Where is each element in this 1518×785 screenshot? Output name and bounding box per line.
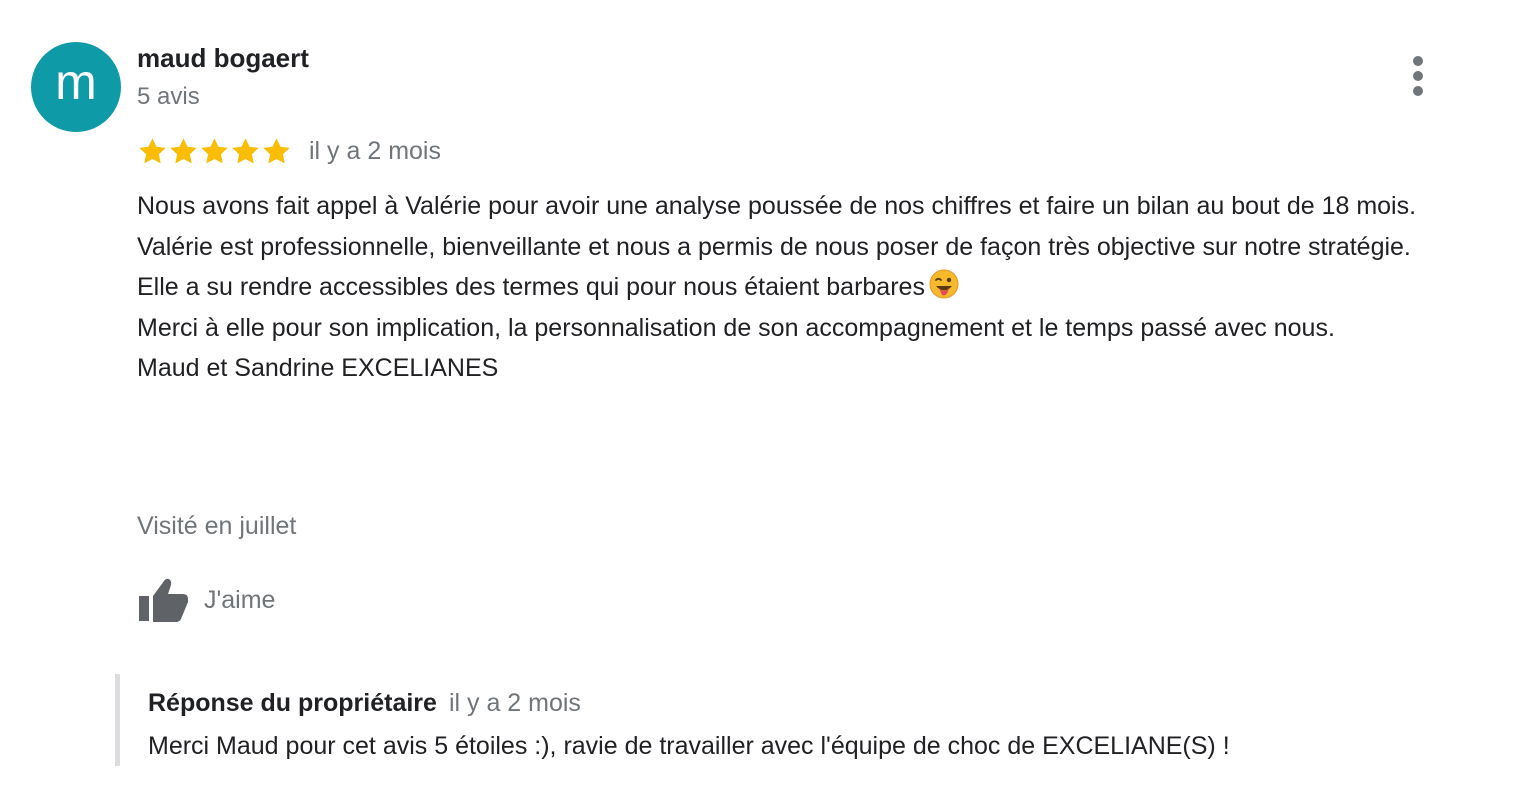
review-text-span: Elle a su rendre accessibles des termes … — [137, 273, 925, 301]
review-text-line: Valérie est professionnelle, bienveillan… — [137, 232, 1411, 261]
star-icon — [201, 137, 228, 163]
star-icon — [263, 137, 290, 163]
star-icon — [170, 137, 197, 163]
winking-face-with-tongue-emoji — [929, 269, 959, 299]
owner-reply: Réponse du propriétaire il y a 2 mois Me… — [115, 674, 1480, 766]
star-rating — [137, 136, 292, 167]
review-text-line: Maud et Sandrine EXCELIANES — [137, 354, 499, 382]
review-text: Nous avons fait appel à Valérie pour avo… — [137, 186, 1487, 389]
review-text-line: Nous avons fait appel à Valérie pour avo… — [137, 192, 1417, 220]
like-button[interactable]: J'aime — [137, 575, 275, 625]
review-time: il y a 2 mois — [309, 136, 441, 165]
thumb-up-icon — [139, 578, 188, 622]
like-label: J'aime — [204, 585, 276, 614]
review-text-line: Merci à elle pour son implication, la pe… — [137, 313, 1335, 342]
review-card: m maud bogaert 5 avis il y a 2 mois Nous… — [0, 0, 1518, 785]
more-options-button[interactable] — [1402, 54, 1434, 98]
review-text-line: Elle a su rendre accessibles des termes … — [137, 267, 1487, 308]
owner-reply-text: Merci Maud pour cet avis 5 étoiles :), r… — [148, 732, 1230, 760]
star-icon — [232, 137, 259, 163]
owner-reply-label: Réponse du propriétaire — [148, 689, 437, 717]
author-review-count[interactable]: 5 avis — [137, 83, 200, 111]
author-name[interactable]: maud bogaert — [137, 43, 309, 74]
owner-reply-header: Réponse du propriétaire il y a 2 mois — [148, 689, 581, 718]
owner-reply-time: il y a 2 mois — [448, 689, 581, 717]
avatar[interactable]: m — [31, 42, 121, 132]
star-icon — [139, 137, 166, 163]
rating-row: il y a 2 mois — [137, 133, 441, 169]
visit-date: Visité en juillet — [137, 512, 297, 540]
